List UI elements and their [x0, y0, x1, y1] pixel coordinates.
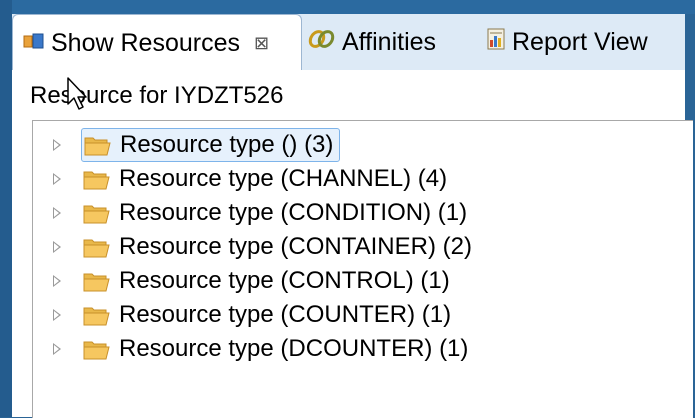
tree-item[interactable]: Resource type (CHANNEL) (4) — [81, 162, 453, 196]
tree-row[interactable]: Resource type (CONDITION) (1) — [33, 196, 673, 230]
tree-item-label: Resource type () (3) — [120, 131, 334, 158]
tree-row[interactable]: Resource type (COUNTER) (1) — [33, 298, 673, 332]
expand-icon[interactable] — [53, 207, 61, 219]
tree-item-label: Resource type (CHANNEL) (4) — [119, 165, 448, 192]
tab-affinities[interactable]: Affinities — [308, 14, 436, 70]
folder-icon — [83, 205, 110, 224]
resources-view: Resource for IYDZT526 Resource type () (… — [12, 70, 693, 418]
tree-row[interactable]: Resource type (CONTAINER) (2) — [33, 230, 673, 264]
folder-icon — [83, 341, 110, 360]
window-frame-left — [0, 0, 12, 417]
tree-item[interactable]: Resource type (CONTAINER) (2) — [81, 230, 478, 264]
expand-icon[interactable] — [53, 139, 61, 151]
tree-row[interactable]: Resource type (CONTROL) (1) — [33, 264, 673, 298]
folder-icon — [83, 171, 110, 190]
tab-label: Affinities — [342, 27, 437, 56]
tree-row[interactable]: Resource type (DCOUNTER) (1) — [33, 332, 673, 366]
tree-row[interactable]: Resource type () (3) — [33, 128, 673, 162]
folder-icon — [83, 239, 110, 258]
affinities-icon — [308, 28, 336, 57]
tree-item-label: Resource type (CONTAINER) (2) — [119, 233, 472, 260]
resources-icon — [23, 29, 45, 58]
expand-icon[interactable] — [53, 343, 61, 355]
tab-show-resources[interactable]: Show Resources ⊠ — [12, 14, 302, 71]
report-icon — [486, 27, 506, 58]
folder-icon — [83, 307, 110, 326]
tab-label: Show Resources — [51, 28, 240, 57]
tab-bar: Show Resources ⊠ Affinities Report View — [12, 14, 685, 71]
mouse-pointer-icon — [67, 77, 87, 110]
tree-item-label: Resource type (CONDITION) (1) — [119, 199, 468, 226]
tree-item-label: Resource type (COUNTER) (1) — [119, 301, 452, 328]
tab-label: Report View — [512, 27, 648, 56]
tree-item[interactable]: Resource type (DCOUNTER) (1) — [81, 332, 474, 366]
resource-tree[interactable]: Resource type () (3) Resource type (CHAN… — [32, 120, 693, 418]
tree-item[interactable]: Resource type (CONTROL) (1) — [81, 264, 456, 298]
close-icon[interactable]: ⊠ — [254, 33, 269, 54]
tree-row[interactable]: Resource type (CHANNEL) (4) — [33, 162, 673, 196]
tree-item[interactable]: Resource type () (3) — [81, 128, 341, 162]
folder-icon — [83, 273, 110, 292]
folder-icon — [84, 137, 111, 156]
expand-icon[interactable] — [53, 309, 61, 321]
expand-icon[interactable] — [53, 275, 61, 287]
tab-report-view[interactable]: Report View — [486, 14, 648, 70]
expand-icon[interactable] — [53, 241, 61, 253]
tree-item[interactable]: Resource type (CONDITION) (1) — [81, 196, 473, 230]
tree-item-label: Resource type (CONTROL) (1) — [119, 267, 450, 294]
expand-icon[interactable] — [53, 173, 61, 185]
tree-item-label: Resource type (DCOUNTER) (1) — [119, 335, 469, 362]
tree-item[interactable]: Resource type (COUNTER) (1) — [81, 298, 457, 332]
window-frame-top — [0, 0, 695, 14]
